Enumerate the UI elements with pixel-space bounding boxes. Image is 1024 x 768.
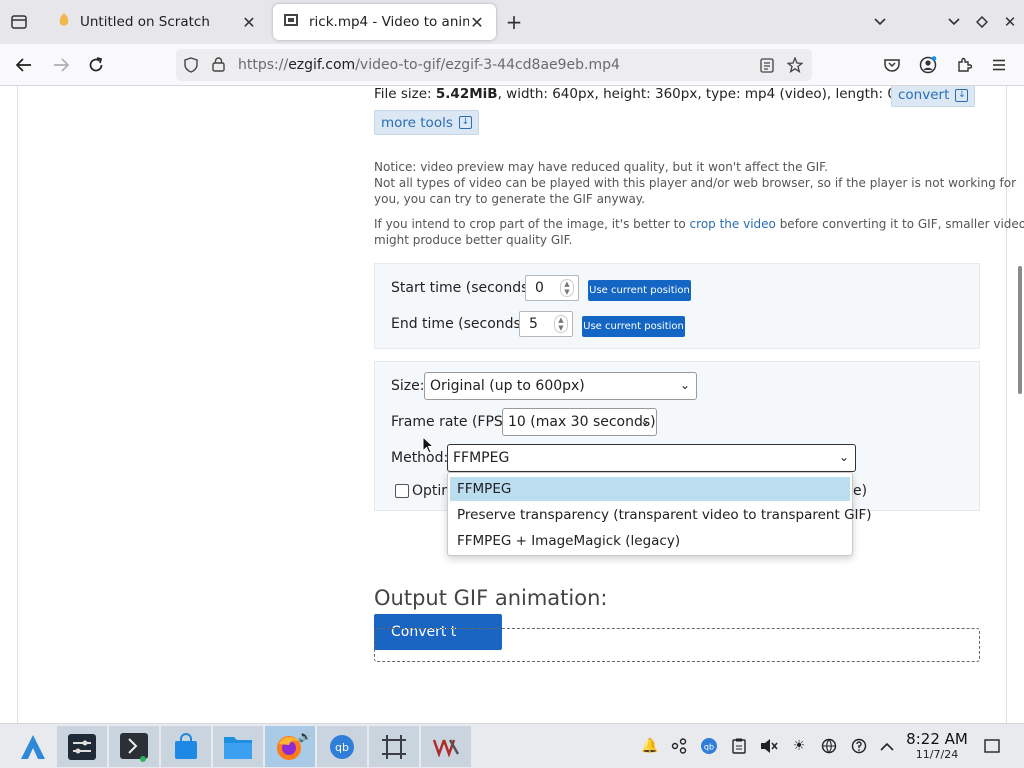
convert-chip[interactable]: convert ↓ (891, 86, 976, 107)
use-current-position-start-button[interactable]: Use current position (588, 280, 691, 301)
method-label: Method: (391, 450, 449, 466)
back-icon[interactable] (12, 54, 36, 76)
network-share-icon[interactable] (669, 736, 689, 756)
close-window-icon[interactable]: ✕ (998, 11, 1022, 33)
mouse-cursor-icon (422, 435, 435, 458)
network-globe-icon[interactable] (819, 736, 839, 756)
chevron-down-icon: ⌄ (679, 378, 690, 392)
brightness-icon[interactable]: ☀ (789, 736, 809, 756)
minimize-window-icon[interactable] (942, 11, 966, 33)
close-tab-icon[interactable]: ✕ (466, 11, 488, 33)
crop-hint-text: If you intend to crop part of the image,… (374, 217, 1024, 247)
start-time-label: Start time (seconds): (391, 280, 539, 296)
output-heading: Output GIF animation: (374, 586, 608, 610)
list-all-tabs-icon[interactable] (868, 11, 892, 33)
volume-muted-icon[interactable] (759, 736, 779, 756)
account-icon[interactable] (917, 54, 939, 76)
tab-overview-icon[interactable] (6, 11, 32, 33)
reload-icon[interactable] (84, 54, 108, 76)
scratch-favicon-icon (58, 12, 70, 32)
tab-ezgif[interactable]: rick.mp4 - Video to animat ✕ (273, 4, 496, 40)
use-current-position-end-button[interactable]: Use current position (582, 316, 685, 337)
tracking-protection-icon[interactable] (184, 57, 198, 77)
page-content: File size: 5.42MiB, width: 640px, height… (0, 86, 1024, 723)
maximize-window-icon[interactable] (970, 11, 994, 33)
address-bar[interactable]: https://ezgif.com/video-to-gif/ezgif-3-4… (176, 49, 812, 81)
notification-bell-icon[interactable]: 🔔 (640, 736, 660, 756)
pocket-icon[interactable] (881, 54, 903, 76)
reader-view-icon[interactable] (760, 58, 774, 77)
end-time-label: End time (seconds): (391, 316, 531, 332)
tab-title: Untitled on Scratch (80, 14, 210, 30)
extensions-icon[interactable] (953, 54, 975, 76)
screenshot-app-icon[interactable] (369, 726, 419, 767)
firefox-app-icon[interactable]: 🔊 (265, 726, 315, 767)
more-tools-chip-label: more tools (381, 114, 453, 131)
page-scrollbar[interactable] (1018, 266, 1022, 394)
svg-text:qb: qb (335, 741, 349, 754)
show-desktop-icon[interactable] (982, 736, 1002, 756)
clock-date: 11/7/24 (915, 748, 959, 761)
content-left-border (17, 86, 18, 723)
help-circle-icon[interactable] (849, 736, 869, 756)
lock-icon[interactable] (212, 57, 225, 76)
more-tools-chip[interactable]: more tools ↓ (374, 110, 479, 135)
app-launcher-icon[interactable] (8, 726, 58, 767)
method-select[interactable]: FFMPEG ⌄ (447, 444, 856, 472)
clipboard-icon[interactable] (729, 736, 749, 756)
menu-icon[interactable] (988, 54, 1010, 76)
chevron-down-icon: ⌄ (639, 414, 650, 428)
svg-text:qb: qb (704, 743, 714, 752)
arrow-down-icon: ↓ (955, 88, 969, 102)
output-gif-area (374, 628, 980, 662)
method-option-ffmpeg-imagemagick[interactable]: FFMPEG + ImageMagick (legacy) (450, 529, 850, 553)
optimize-label-tail: e) (853, 483, 868, 499)
tab-scratch[interactable]: Untitled on Scratch ✕ (46, 4, 268, 40)
size-select[interactable]: Original (up to 600px) ⌄ (424, 372, 697, 400)
tab-title: rick.mp4 - Video to animat (309, 14, 469, 30)
settings-app-icon[interactable] (57, 726, 107, 767)
optimize-checkbox[interactable] (395, 484, 409, 498)
method-dropdown-list: FFMPEG Preserve transparency (transparen… (447, 472, 872, 556)
video-favicon-icon (283, 12, 299, 32)
chevron-down-icon: ⌄ (838, 450, 849, 464)
method-option-preserve-transparency[interactable]: Preserve transparency (transparent video… (450, 503, 872, 527)
tab-strip: Untitled on Scratch ✕ rick.mp4 - Video t… (0, 0, 1024, 44)
url-text: https://ezgif.com/video-to-gif/ezgif-3-4… (238, 57, 620, 73)
clock[interactable]: 8:22 AM 11/7/24 (904, 730, 970, 762)
start-time-input[interactable]: 0 ▲ ▼ (525, 275, 579, 301)
forward-icon[interactable] (49, 54, 73, 76)
vm-app-icon[interactable] (421, 726, 471, 767)
frame-rate-select[interactable]: 10 (max 30 seconds) ⌄ (502, 408, 657, 436)
file-info: File size: 5.42MiB, width: 640px, height… (374, 86, 948, 102)
speaker-badge-icon: 🔊 (298, 730, 312, 743)
method-option-ffmpeg[interactable]: FFMPEG (450, 477, 850, 501)
close-tab-icon[interactable]: ✕ (238, 11, 260, 33)
file-manager-app-icon[interactable] (213, 726, 263, 767)
end-time-input[interactable]: 5 ▲ ▼ (519, 311, 573, 337)
qbittorrent-tray-icon[interactable]: qb (699, 736, 719, 756)
crop-video-link[interactable]: crop the video (690, 217, 776, 231)
clock-time: 8:22 AM (906, 730, 968, 748)
new-tab-button[interactable]: + (502, 10, 526, 34)
arrow-down-icon: ↓ (458, 116, 472, 129)
size-label: Size: (391, 378, 425, 394)
spinner-icon[interactable]: ▲ ▼ (560, 279, 574, 297)
frame-rate-label: Frame rate (FPS): (391, 414, 513, 430)
spinner-icon[interactable]: ▲ ▼ (554, 315, 568, 333)
bookmark-star-icon[interactable] (786, 56, 804, 77)
store-app-icon[interactable] (161, 726, 211, 767)
taskbar: 🔊 qb 🔔 qb ☀ 8:22 AM 11/7/24 (0, 723, 1024, 768)
notice-text: Notice: video preview may have reduced q… (374, 160, 1017, 206)
convert-chip-label: convert (898, 87, 950, 103)
show-hidden-icons-chevron-up-icon[interactable] (877, 736, 897, 756)
navigation-toolbar: https://ezgif.com/video-to-gif/ezgif-3-4… (0, 44, 1024, 86)
qbittorrent-app-icon[interactable]: qb (317, 726, 367, 767)
terminal-app-icon[interactable] (109, 726, 159, 767)
